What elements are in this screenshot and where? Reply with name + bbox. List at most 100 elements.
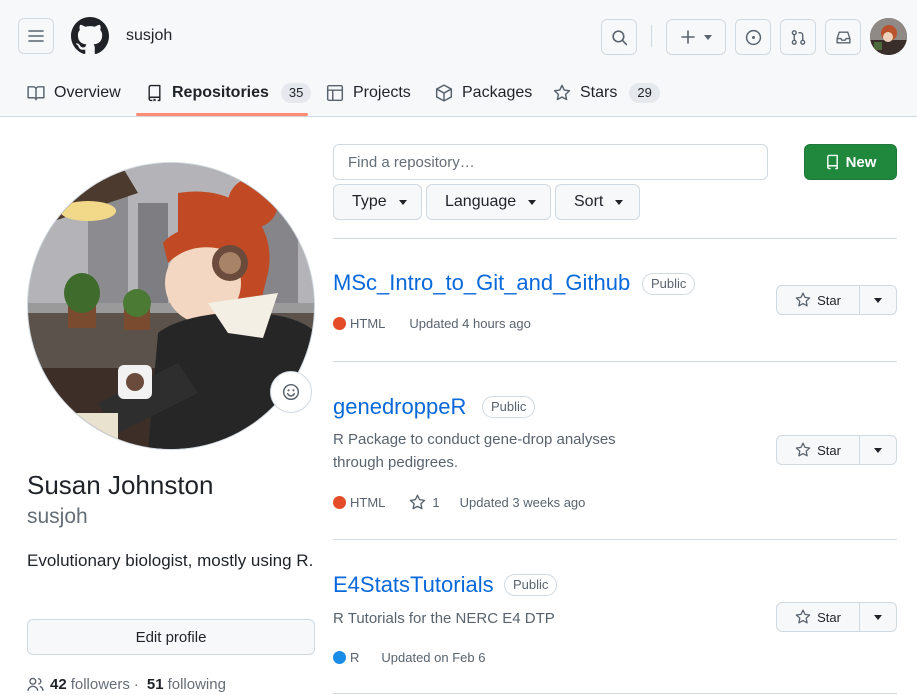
star-label: Star: [817, 292, 841, 308]
user-avatar[interactable]: [870, 18, 907, 55]
repo-updated: Updated on Feb 6: [381, 650, 486, 665]
star-button-group: Star: [776, 285, 897, 315]
inbox-button[interactable]: [825, 19, 861, 55]
book-icon: [27, 86, 45, 101]
following-label[interactable]: following: [168, 676, 226, 693]
list-divider: [333, 238, 897, 239]
followers-count[interactable]: 42: [50, 676, 67, 693]
tab-label: Stars: [580, 84, 618, 101]
search-icon: [611, 29, 627, 45]
people-icon: [27, 677, 44, 691]
repo-meta: HTML 1 Updated 3 weeks ago: [333, 494, 585, 511]
table-icon: [326, 84, 344, 102]
followers-label[interactable]: followers: [71, 676, 130, 693]
language-filter-button[interactable]: Language: [426, 184, 551, 220]
star-icon: [795, 609, 811, 624]
chevron-down-icon: [874, 447, 882, 453]
chevron-down-icon: [874, 614, 882, 620]
language-color-dot: [333, 496, 346, 509]
repo-language: HTML: [350, 495, 386, 510]
chevron-down-icon: [398, 199, 407, 205]
profile-full-name: Susan Johnston: [27, 470, 214, 500]
language-color-dot: [333, 651, 346, 664]
star-button[interactable]: Star: [776, 435, 860, 465]
profile-bio: Evolutionary biologist, mostly using R.: [27, 551, 314, 570]
header-divider: [651, 25, 652, 47]
inbox-icon: [835, 30, 851, 44]
tab-overview[interactable]: Overview: [27, 70, 121, 116]
plus-icon: [681, 30, 695, 44]
repo-updated: Updated 3 weeks ago: [459, 495, 586, 510]
edit-profile-button[interactable]: Edit profile: [27, 619, 315, 655]
repository-search-input[interactable]: [333, 144, 768, 180]
profile-tabs: Overview Repositories 35 Projects Packag…: [0, 70, 917, 116]
set-status-button[interactable]: [270, 371, 312, 413]
repo-language: R: [350, 650, 360, 665]
tab-stars[interactable]: Stars 29: [553, 70, 660, 116]
star-label: Star: [817, 609, 841, 625]
list-divider: [333, 693, 897, 694]
list-divider: [333, 539, 897, 540]
issue-opened-icon: [745, 29, 761, 45]
repo-link[interactable]: genedroppeR: [333, 394, 466, 420]
star-button[interactable]: Star: [776, 602, 860, 632]
menu-button[interactable]: [18, 18, 54, 54]
repo-language: HTML: [350, 316, 386, 331]
star-lists-dropdown[interactable]: [860, 285, 897, 315]
type-filter-label: Type: [352, 193, 387, 210]
star-lists-dropdown[interactable]: [860, 435, 897, 465]
header-username[interactable]: susjoh: [126, 27, 172, 45]
repo-meta: R Updated on Feb 6: [333, 650, 485, 665]
repo-stars-count[interactable]: 1: [432, 495, 439, 510]
github-logo-icon[interactable]: [71, 17, 109, 55]
follow-stats: 42 followers · 51 following: [27, 676, 226, 693]
star-icon: [553, 84, 571, 101]
new-button-label: New: [845, 153, 877, 171]
tab-label: Packages: [462, 84, 533, 101]
visibility-badge: Public: [482, 396, 536, 418]
hamburger-icon: [28, 30, 44, 42]
repo-icon: [826, 154, 838, 170]
star-icon: [410, 494, 426, 510]
tab-label: Repositories: [172, 84, 269, 101]
repo-description: R Tutorials for the NERC E4 DTP: [333, 610, 555, 627]
chevron-down-icon: [615, 199, 624, 205]
repo-link[interactable]: MSc_Intro_to_Git_and_Github: [333, 270, 630, 296]
repo-icon: [148, 84, 161, 102]
issues-button[interactable]: [735, 19, 771, 55]
smiley-icon: [282, 383, 300, 401]
chevron-down-icon: [874, 297, 882, 303]
star-lists-dropdown[interactable]: [860, 602, 897, 632]
star-button[interactable]: Star: [776, 285, 860, 315]
profile-login: susjoh: [27, 505, 88, 528]
follow-separator: ·: [133, 676, 139, 693]
search-button[interactable]: [601, 19, 637, 55]
star-button-group: Star: [776, 435, 897, 465]
create-new-button[interactable]: [666, 19, 726, 55]
pull-requests-button[interactable]: [780, 19, 816, 55]
following-count[interactable]: 51: [147, 676, 164, 693]
type-filter-button[interactable]: Type: [333, 184, 422, 220]
chevron-down-icon: [704, 34, 712, 40]
star-label: Star: [817, 442, 841, 458]
list-divider: [333, 361, 897, 362]
language-color-dot: [333, 317, 346, 330]
package-icon: [435, 84, 453, 102]
profile-avatar: [27, 162, 315, 450]
tab-projects[interactable]: Projects: [326, 70, 411, 116]
tab-label: Projects: [353, 84, 411, 101]
new-repository-button[interactable]: New: [804, 144, 897, 180]
star-icon: [795, 292, 811, 307]
app-header: susjoh Overview Repositories 35 Projects…: [0, 0, 917, 117]
tab-label: Overview: [54, 84, 121, 101]
sort-filter-label: Sort: [574, 193, 604, 210]
sort-filter-button[interactable]: Sort: [555, 184, 640, 220]
tab-packages[interactable]: Packages: [435, 70, 532, 116]
tab-repositories[interactable]: Repositories 35: [146, 70, 312, 116]
chevron-down-icon: [528, 199, 537, 205]
repo-link[interactable]: E4StatsTutorials: [333, 572, 494, 598]
git-pull-request-icon: [791, 29, 805, 45]
repo-meta: HTML Updated 4 hours ago: [333, 316, 531, 331]
visibility-badge: Public: [504, 574, 558, 596]
stars-count-badge: 29: [629, 83, 660, 103]
